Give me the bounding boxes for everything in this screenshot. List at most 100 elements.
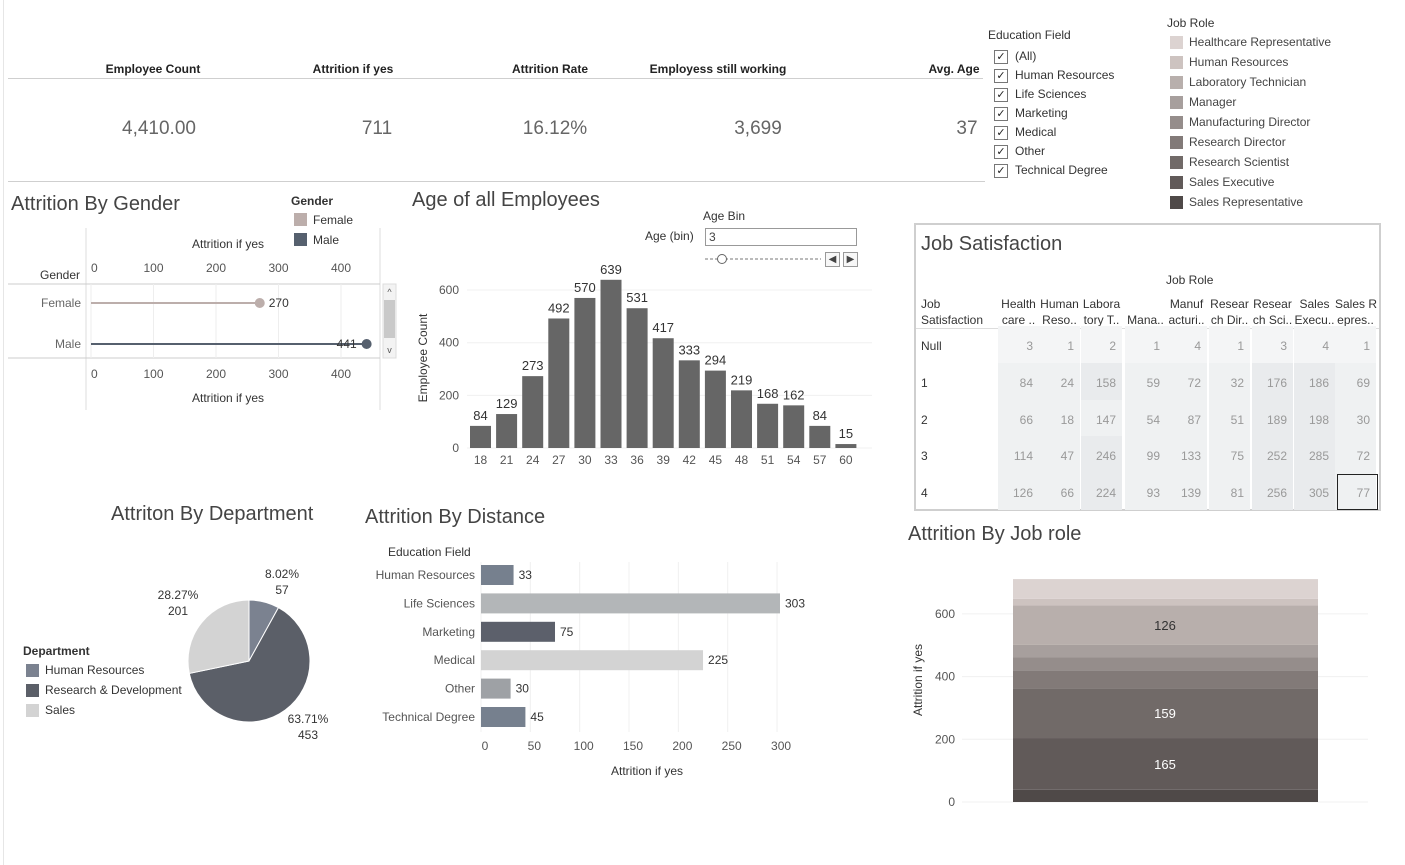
checkbox-1[interactable] [994,69,1008,83]
scroll-down-icon[interactable]: v [387,345,392,355]
bar [481,650,704,671]
checkbox-2[interactable] [994,88,1008,102]
table-cell[interactable]: 147 [1081,413,1116,427]
legend-swatch [1170,76,1183,89]
table-cell[interactable]: 69 [1335,376,1370,390]
data-label: 441 [337,337,357,351]
age-bin-input[interactable]: 3 [705,228,857,246]
column-header-line1: Human [1040,297,1079,311]
table-cell[interactable]: 246 [1081,449,1116,463]
bar [652,338,674,448]
checkbox-4[interactable] [994,126,1008,140]
bar [704,370,726,448]
table-cell[interactable]: 54 [1125,413,1160,427]
column-header-line1: Manuf [1169,297,1204,311]
table-cell[interactable]: 252 [1252,449,1287,463]
table-cell[interactable]: 72 [1335,449,1370,463]
y-tick-label: 0 [452,441,459,455]
checkbox-5[interactable] [994,145,1008,159]
gender-scroll-thumb[interactable] [384,300,395,338]
bar [548,318,570,448]
table-cell[interactable]: 30 [1335,413,1370,427]
education-filter-item[interactable]: Medical [1015,125,1056,139]
data-label: 84 [473,408,487,423]
legend-label: Manager [1189,95,1237,109]
table-cell[interactable]: 32 [1209,376,1244,390]
table-cell[interactable]: 3 [998,339,1033,353]
table-cell[interactable]: 1 [1209,339,1244,353]
table-cell[interactable]: 176 [1252,376,1287,390]
table-cell[interactable]: 1 [1335,339,1370,353]
column-header-line2: Execu.. [1294,313,1335,327]
table-cell[interactable]: 24 [1039,376,1074,390]
table-cell[interactable]: 99 [1125,449,1160,463]
table-cell[interactable]: 256 [1252,486,1287,500]
table-cell[interactable]: 93 [1125,486,1160,500]
table-cell[interactable]: 2 [1081,339,1116,353]
bar [481,678,511,699]
legend-swatch [26,684,39,697]
jobrole-chart-title: Attrition By Job role [908,523,1082,545]
table-cell[interactable]: 114 [998,449,1033,463]
table-cell[interactable]: 186 [1294,376,1329,390]
education-filter-item[interactable]: Marketing [1015,106,1068,120]
checkbox-6[interactable] [994,164,1008,178]
table-cell[interactable]: 158 [1081,376,1116,390]
checkbox-3[interactable] [994,107,1008,121]
age-bin-title: Age Bin [703,209,746,223]
column-header-line2: epres.. [1337,313,1374,327]
bar [481,593,780,614]
table-cell[interactable]: 3 [1252,339,1287,353]
education-filter-item[interactable]: Human Resources [1015,68,1114,82]
table-cell[interactable]: 51 [1209,413,1244,427]
legend-swatch [26,664,39,677]
education-filter-item[interactable]: Technical Degree [1015,163,1108,177]
data-label: 417 [652,320,674,335]
table-cell[interactable]: 126 [998,486,1033,500]
x-tick-label-bottom: 300 [268,367,288,381]
bar [574,297,596,448]
table-cell[interactable]: 224 [1081,486,1116,500]
jobrole-legend-title: Job Role [1167,16,1215,30]
y-tick-label: 0 [948,795,955,809]
legend-swatch [1170,136,1183,149]
y-tick-label: 200 [439,388,459,402]
data-label: 570 [574,280,596,295]
lollipop-dot [361,339,372,349]
table-cell[interactable]: 18 [1039,413,1074,427]
table-cell[interactable]: 133 [1166,449,1201,463]
checkbox-0[interactable] [994,50,1008,64]
table-cell[interactable]: 139 [1166,486,1201,500]
legend-label: Healthcare Representative [1189,35,1332,49]
data-label: 126 [1154,618,1176,633]
table-cell[interactable]: 66 [998,413,1033,427]
table-cell[interactable]: 47 [1039,449,1074,463]
education-filter-item[interactable]: (All) [1015,49,1036,63]
row-header-line2: Satisfaction [921,313,984,327]
table-cell[interactable]: 305 [1294,486,1329,500]
table-cell[interactable]: 4 [1166,339,1201,353]
education-filter-item[interactable]: Other [1015,144,1045,158]
table-cell[interactable]: 59 [1125,376,1160,390]
kpi-attrition-rate-value: 16.12% [522,118,588,139]
table-cell[interactable]: 285 [1294,449,1329,463]
legend-swatch [26,704,39,717]
table-cell[interactable]: 4 [1294,339,1329,353]
table-cell[interactable]: 75 [1209,449,1244,463]
table-cell[interactable]: 87 [1166,413,1201,427]
table-cell[interactable]: 1 [1039,339,1074,353]
x-tick-label: 0 [482,739,489,753]
stacked-segment [1013,644,1318,658]
table-cell[interactable]: 84 [998,376,1033,390]
table-cell[interactable]: 72 [1166,376,1201,390]
education-filter-item[interactable]: Life Sciences [1015,87,1086,101]
category-label: Other [445,682,475,696]
x-tick-label: 18 [474,453,488,467]
kpi-employee-count-label: Employee Count [105,62,201,76]
x-tick-label: 21 [500,453,514,467]
table-cell[interactable]: 198 [1294,413,1329,427]
table-cell[interactable]: 66 [1039,486,1074,500]
table-cell[interactable]: 81 [1209,486,1244,500]
table-cell[interactable]: 1 [1125,339,1160,353]
table-cell[interactable]: 189 [1252,413,1287,427]
